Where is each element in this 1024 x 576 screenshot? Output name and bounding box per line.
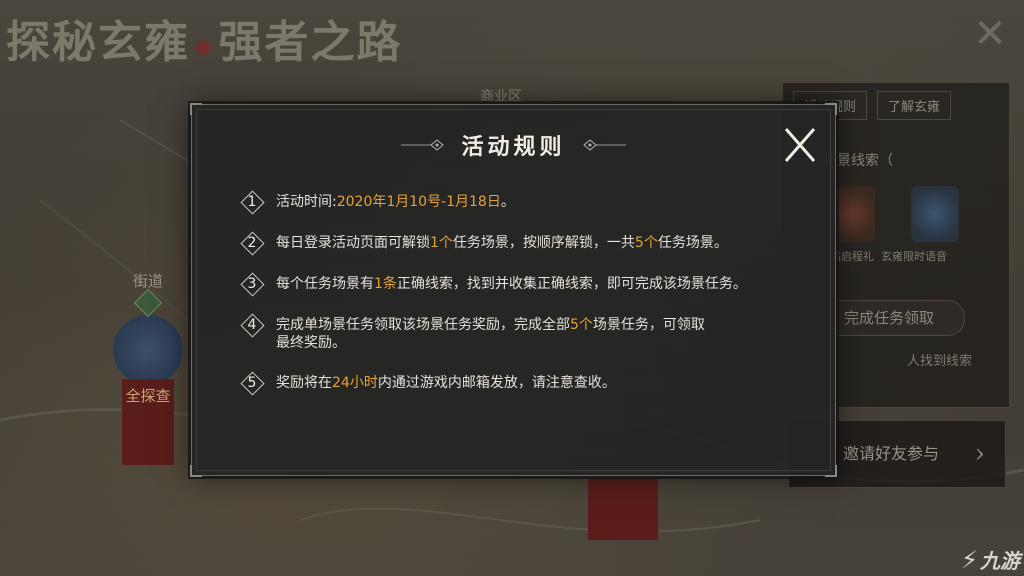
rules-dialog: 活动规则 1 活动时间:2020年1月10号-1月18日。 2 每日登录活动页面可解锁… bbox=[190, 103, 837, 477]
locked-scene-banner bbox=[588, 470, 658, 540]
dialog-title: 活动规则 bbox=[461, 134, 566, 160]
highlight-text: 2020年1月10号-1月18日 bbox=[336, 194, 501, 210]
watermark-logo: ⚡ 九游 bbox=[961, 546, 1020, 574]
rule-item: 5 奖励将在24小时内通过游戏内邮箱发放，请注意查收。 bbox=[240, 371, 810, 396]
rule-number-icon: 3 bbox=[240, 272, 265, 297]
right-flourish-icon bbox=[582, 139, 626, 151]
dialog-header: 活动规则 bbox=[192, 127, 835, 163]
rule-text-part: 奖励将在 bbox=[276, 375, 332, 391]
rule-item: 3 每个任务场景有1条正确线索，找到并收集正确线索，即可完成该场景任务。 bbox=[240, 272, 810, 297]
rule-text-part: 每日登录活动页面可解锁 bbox=[276, 235, 430, 251]
scene-banner: 全探查 bbox=[122, 379, 174, 465]
chevron-right-icon: › bbox=[974, 439, 985, 469]
highlight-text: 1个 bbox=[430, 235, 453, 251]
tab-about[interactable]: 了解玄雍 bbox=[877, 91, 952, 120]
page-close-icon[interactable]: ✕ bbox=[970, 14, 1010, 54]
street-name: 街道 bbox=[132, 272, 163, 290]
highlight-text: 5个 bbox=[570, 317, 593, 333]
reward-captions: 一路启程礼 玄雍限时语音 bbox=[819, 250, 947, 263]
rule-text: 奖励将在24小时内通过游戏内邮箱发放，请注意查收。 bbox=[276, 374, 616, 392]
rule-item: 2 每日登录活动页面可解锁1个任务场景，按顺序解锁，一共5个任务场景。 bbox=[240, 231, 810, 256]
reward-voice-icon[interactable] bbox=[911, 186, 959, 242]
highlight-text: 1条 bbox=[374, 276, 397, 292]
event-title: 探秘玄雍 ◆强者之路 bbox=[6, 17, 403, 68]
rule-text-part: 完成单场景任务领取该场景任务奖励，完成全部 bbox=[276, 317, 570, 333]
street-scene-node[interactable]: 街道 全探查 bbox=[108, 270, 188, 465]
rule-number-icon: 1 bbox=[240, 190, 265, 215]
rule-text: 完成单场景任务领取该场景任务奖励，完成全部5个场景任务，可领取最终奖励。 bbox=[276, 316, 705, 352]
found-count-text: 人找到线索 bbox=[907, 354, 973, 369]
close-icon[interactable] bbox=[780, 125, 820, 165]
check-icon bbox=[133, 288, 163, 318]
left-flourish-icon bbox=[401, 139, 445, 151]
district-label: 商业区 bbox=[480, 89, 522, 105]
rule-text: 每日登录活动页面可解锁1个任务场景，按顺序解锁，一共5个任务场景。 bbox=[276, 234, 728, 252]
rule-item: 1 活动时间:2020年1月10号-1月18日。 bbox=[240, 190, 810, 215]
rule-number-icon: 2 bbox=[240, 231, 265, 256]
scene-medal bbox=[113, 315, 183, 385]
rule-text-part: 正确线索，找到并收集正确线索，即可完成该场景任务。 bbox=[396, 276, 747, 292]
rule-text-part: 。 bbox=[500, 194, 515, 210]
rule-text-part: 场景任务，可领取 bbox=[592, 317, 705, 333]
rule-number-icon: 5 bbox=[240, 371, 265, 396]
rules-list: 1 活动时间:2020年1月10号-1月18日。 2 每日登录活动页面可解锁1个任务场… bbox=[240, 190, 810, 415]
rule-number-icon: 4 bbox=[240, 313, 265, 338]
rule-text-part: 最终奖励。 bbox=[276, 335, 346, 351]
rule-text-part: 每个任务场景有 bbox=[276, 276, 374, 292]
rule-text-part: 内通过游戏内邮箱发放，请注意查收。 bbox=[377, 375, 616, 391]
rule-item: 4 完成单场景任务领取该场景任务奖励，完成全部5个场景任务，可领取最终奖励。 bbox=[240, 313, 810, 352]
rule-text-part: 任务场景。 bbox=[657, 235, 728, 251]
rule-text: 每个任务场景有1条正确线索，找到并收集正确线索，即可完成该场景任务。 bbox=[276, 275, 747, 293]
rule-text-part: 任务场景，按顺序解锁，一共 bbox=[452, 235, 635, 251]
clue-label: 场景线索（ bbox=[823, 153, 893, 169]
rule-text-part: 活动时间: bbox=[276, 194, 337, 210]
highlight-text: 5个 bbox=[634, 235, 658, 251]
rule-text: 活动时间:2020年1月10号-1月18日。 bbox=[276, 193, 515, 211]
highlight-text: 24小时 bbox=[332, 375, 378, 391]
